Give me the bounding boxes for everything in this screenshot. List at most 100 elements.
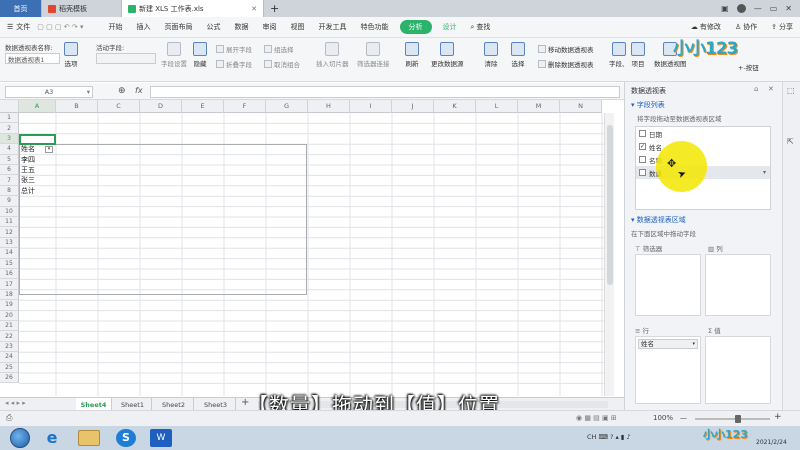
row-header-9[interactable]: 9 [0,196,19,207]
name-box-dropdown-icon[interactable]: ▾ [87,88,90,96]
macro-icon[interactable]: ⎙ [6,413,12,423]
move-pivot-button[interactable]: 移动数据透视表 [538,44,594,54]
minimize-icon[interactable]: — [754,4,762,13]
row-header-23[interactable]: 23 [0,341,19,353]
file-menu[interactable]: ☰ 文件 [0,22,37,32]
panel-close-icon[interactable]: ✕ [768,85,774,93]
row-header-19[interactable]: 19 [0,300,19,311]
row-header-16[interactable]: 16 [0,269,19,280]
formula-input[interactable] [150,86,620,98]
close-window-icon[interactable]: ✕ [785,4,792,13]
field-settings-button[interactable]: 字段设置 [161,42,187,68]
options-button[interactable]: 选项 [64,42,78,68]
row-header-13[interactable]: 13 [0,237,19,249]
fx-icon[interactable]: fx [135,86,143,95]
cell-a6[interactable]: 王五 [19,165,35,175]
expand-field-button[interactable]: 展开字段 [216,44,252,54]
row-header-4[interactable]: 4 [0,144,19,155]
cell-a5[interactable]: 李四 [19,155,35,165]
selected-cell-a3[interactable] [19,133,56,145]
column-header-l[interactable]: L [476,100,518,113]
active-field-input[interactable] [96,53,156,64]
row-header-10[interactable]: 10 [0,206,19,217]
zoom-icon[interactable]: ⊕ [118,86,126,96]
row-header-3[interactable]: 3 [0,133,19,145]
share-button[interactable]: ⇪ 分享 [764,22,800,32]
column-header-j[interactable]: J [392,100,434,113]
column-header-f[interactable]: F [224,100,266,113]
row-header-26[interactable]: 26 [0,373,19,384]
field-item-date[interactable]: 日期 [636,127,770,140]
zoom-out-button[interactable]: — [680,414,687,422]
column-header-h[interactable]: H [308,100,350,113]
filter-connection-button[interactable]: 筛选器连接 [357,42,390,68]
menu-insert[interactable]: 插入 [130,22,158,32]
row-header-15[interactable]: 15 [0,258,19,269]
column-header-n[interactable]: N [560,100,602,113]
search-button[interactable]: ⌕ 查找 [464,22,498,32]
checkbox-date[interactable] [639,130,646,137]
select-button[interactable]: 选择 [511,42,525,68]
spreadsheet-grid[interactable]: ABCDEFGHIJKLMN 1 2 3 4 5 6 7 8 9 10 11 12 13 14 15 16 17… [0,100,614,396]
sheet-nav-arrows[interactable]: ◂ ◂ ▸ ▸ [5,399,26,407]
sidebar-select-icon[interactable]: ⬚ [787,86,795,95]
cell-a8[interactable]: 总计 [19,186,35,196]
column-header-k[interactable]: K [434,100,476,113]
column-header-m[interactable]: M [518,100,560,113]
row-header-7[interactable]: 7 [0,175,19,186]
vertical-scroll-thumb[interactable] [607,125,613,285]
menu-design[interactable]: 设计 [436,22,464,32]
view-mode-icons[interactable]: ◉ ▦ ▤ ▣ ⊞ [576,414,617,422]
start-button-icon[interactable] [10,428,30,448]
tab-home[interactable]: 首页 [0,0,42,17]
checkbox-quantity[interactable] [639,169,646,176]
row-field-dropdown-icon[interactable]: ▾ [692,340,695,348]
row-header-2[interactable]: 2 [0,123,19,134]
quick-access-icons[interactable]: ▢ ▢ ▢ ↶ ↷ ▾ [37,23,83,31]
zoom-slider[interactable] [695,415,770,423]
row-header-24[interactable]: 24 [0,352,19,363]
row-header-8[interactable]: 8 [0,185,19,197]
column-header-c[interactable]: C [98,100,140,113]
column-header-a[interactable]: A [19,100,56,113]
ungroup-button[interactable]: 取消组合 [264,59,300,69]
menu-view[interactable]: 视图 [284,22,312,32]
menu-special[interactable]: 特色功能 [354,22,396,32]
items-button[interactable]: 项目 [631,42,645,68]
zoom-level[interactable]: 100% [653,414,673,422]
collapse-field-button[interactable]: 折叠字段 [216,59,252,69]
ie-icon[interactable]: e [40,428,64,448]
column-header-g[interactable]: G [266,100,308,113]
tab-workbook[interactable]: 新建 XLS 工作表.xls ✕ [122,0,264,17]
row-field-chip[interactable]: 姓名 ▾ [638,339,698,349]
collab-button[interactable]: ♙ 协作 [728,22,764,32]
refresh-button[interactable]: 刷新 [405,42,419,68]
menu-developer[interactable]: 开发工具 [312,22,354,32]
corner-select-all[interactable] [0,100,19,113]
row-header-6[interactable]: 6 [0,165,19,176]
cell-a4[interactable]: 姓名 [19,144,35,154]
hide-button[interactable]: 隐藏 [193,42,207,68]
row-header-14[interactable]: 14 [0,248,19,259]
row-header-11[interactable]: 11 [0,217,19,228]
avatar[interactable] [736,4,746,13]
menu-home[interactable]: 开始 [102,22,130,32]
has-changes-button[interactable]: ☁ 有修改 [684,22,728,32]
cell-a7[interactable]: 张三 [19,175,35,185]
clock-date[interactable]: 2021/2/24 [756,439,787,446]
column-header-d[interactable]: D [140,100,182,113]
filter-drop-zone[interactable] [635,254,701,316]
folder-icon[interactable] [78,430,100,446]
rows-drop-zone[interactable]: 姓名 ▾ [635,336,701,404]
row-header-17[interactable]: 17 [0,279,19,290]
window-badge-icon[interactable]: ▣ [721,4,729,13]
wps-taskbar-icon[interactable]: W [150,429,172,447]
column-header-b[interactable]: B [56,100,98,113]
menu-formulas[interactable]: 公式 [200,22,228,32]
field-item-name[interactable]: ✓ 姓名 [636,140,770,153]
field-quantity-dropdown-icon[interactable]: ▾ [763,169,766,176]
close-tab-icon[interactable]: ✕ [251,5,257,13]
delete-pivot-button[interactable]: 删除数据透视表 [538,59,594,69]
pivot-name-input[interactable] [5,53,60,64]
row-header-5[interactable]: 5 [0,154,19,165]
